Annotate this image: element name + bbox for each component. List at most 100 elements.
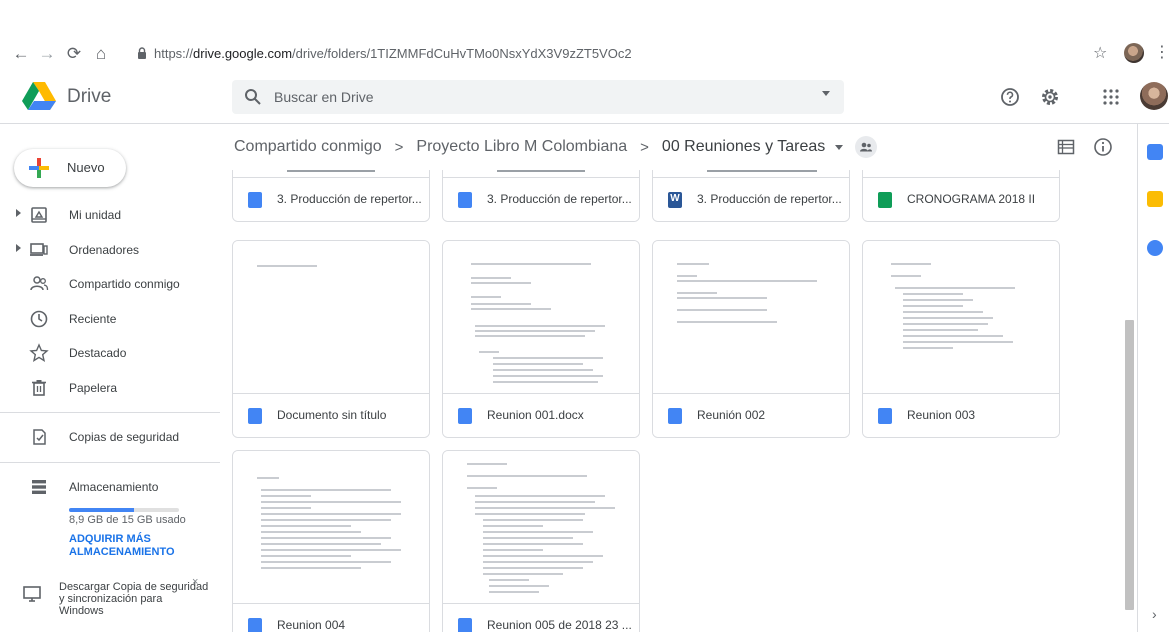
help-icon[interactable] bbox=[999, 86, 1021, 108]
file-card[interactable]: CRONOGRAMA 2018 II bbox=[862, 170, 1060, 222]
home-icon[interactable]: ⌂ bbox=[90, 43, 112, 65]
breadcrumb-item[interactable]: Proyecto Libro M Colombiana bbox=[416, 138, 627, 156]
storage-progress-fill bbox=[69, 508, 135, 512]
new-button[interactable]: Nuevo bbox=[14, 149, 126, 187]
plus-icon bbox=[29, 158, 49, 178]
back-arrow-icon[interactable]: ← bbox=[10, 43, 32, 65]
expand-arrow-icon[interactable] bbox=[16, 244, 21, 252]
people-icon bbox=[860, 142, 873, 152]
file-card[interactable]: Reunion 003 bbox=[862, 240, 1060, 438]
word-document-icon: W bbox=[668, 192, 682, 208]
browser-profile-avatar[interactable] bbox=[1124, 43, 1144, 63]
settings-gear-icon[interactable] bbox=[1039, 86, 1061, 108]
file-card[interactable]: Reunion 004 bbox=[232, 450, 430, 632]
close-icon[interactable]: × bbox=[192, 576, 198, 588]
new-button-label: Nuevo bbox=[67, 160, 105, 175]
my-drive-icon bbox=[31, 207, 47, 223]
search-icon[interactable] bbox=[244, 88, 262, 106]
scrollbar[interactable] bbox=[1125, 320, 1134, 610]
file-thumbnail bbox=[233, 451, 429, 603]
file-card-footer: Reunion 001.docx bbox=[443, 393, 639, 437]
search-box[interactable] bbox=[232, 80, 844, 114]
keep-icon[interactable] bbox=[1147, 191, 1163, 207]
clock-icon bbox=[30, 310, 48, 328]
sidebar-item-shared-with-me[interactable]: Compartido conmigo bbox=[0, 269, 210, 299]
buy-storage-link[interactable]: ADQUIRIR MÁS ALMACENAMIENTO bbox=[69, 533, 199, 559]
forward-arrow-icon[interactable]: → bbox=[36, 43, 58, 65]
search-input[interactable] bbox=[274, 87, 794, 107]
browser-menu-icon[interactable]: ⋮ bbox=[1154, 42, 1169, 62]
file-card-footer: Reunion 003 bbox=[863, 393, 1059, 437]
file-card[interactable]: W 3. Producción de repertor... bbox=[652, 170, 850, 222]
file-card-footer: Reunion 004 bbox=[233, 603, 429, 632]
breadcrumb-current-folder[interactable]: 00 Reuniones y Tareas bbox=[662, 138, 825, 156]
sidebar-item-starred[interactable]: Destacado bbox=[0, 338, 210, 368]
tasks-icon[interactable] bbox=[1147, 240, 1163, 256]
file-card[interactable]: 3. Producción de repertor... bbox=[442, 170, 640, 222]
sidebar-item-label: Papelera bbox=[69, 381, 118, 395]
sidebar-item-my-drive[interactable]: Mi unidad bbox=[0, 200, 210, 230]
sidebar-item-label: Mi unidad bbox=[69, 208, 122, 222]
google-docs-icon bbox=[458, 192, 472, 208]
file-grid: 3. Producción de repertor... 3. Producci… bbox=[232, 170, 1122, 632]
desktop-computer-icon bbox=[23, 586, 41, 602]
computers-icon bbox=[30, 243, 48, 256]
breadcrumb: Compartido conmigo > Proyecto Libro M Co… bbox=[234, 136, 878, 158]
file-name: Reunión 002 bbox=[697, 408, 766, 422]
breadcrumb-separator: > bbox=[394, 138, 404, 156]
drive-header: Drive bbox=[0, 74, 1169, 124]
file-card[interactable]: Reunion 001.docx bbox=[442, 240, 640, 438]
sidebar-item-label: Ordenadores bbox=[69, 243, 140, 257]
address-bar[interactable]: https://drive.google.com/drive/folders/1… bbox=[154, 46, 632, 61]
breadcrumb-separator: > bbox=[640, 138, 649, 156]
file-card[interactable]: Documento sin título bbox=[232, 240, 430, 438]
storage-usage-text: 8,9 GB de 15 GB usado bbox=[69, 514, 186, 526]
breadcrumb-item[interactable]: Compartido conmigo bbox=[234, 138, 382, 156]
account-avatar[interactable] bbox=[1140, 82, 1168, 110]
file-thumbnail bbox=[233, 241, 429, 393]
file-thumbnail bbox=[443, 451, 639, 603]
expand-arrow-icon[interactable] bbox=[16, 209, 21, 217]
lock-icon bbox=[138, 47, 146, 59]
browser-toolbar: ← → ⟳ ⌂ https://drive.google.com/drive/f… bbox=[0, 0, 1169, 74]
drive-logo-icon[interactable] bbox=[22, 81, 56, 111]
file-name: 3. Producción de repertor... bbox=[697, 192, 842, 206]
trash-icon bbox=[32, 380, 46, 396]
sidebar-item-label: Almacenamiento bbox=[69, 480, 159, 494]
file-name: Reunion 003 bbox=[907, 408, 976, 422]
file-card-footer: Reunión 002 bbox=[653, 393, 849, 437]
file-card-footer: CRONOGRAMA 2018 II bbox=[863, 177, 1059, 221]
chevron-right-icon[interactable]: › bbox=[1152, 606, 1157, 622]
shared-folder-icon[interactable] bbox=[855, 136, 878, 158]
file-thumbnail bbox=[443, 241, 639, 393]
sidebar-item-label: Compartido conmigo bbox=[69, 277, 180, 291]
folder-menu-chevron-icon[interactable] bbox=[835, 144, 844, 150]
sidebar-item-storage[interactable]: Almacenamiento bbox=[0, 472, 210, 502]
reload-icon[interactable]: ⟳ bbox=[63, 43, 85, 65]
sidebar-divider bbox=[0, 462, 220, 463]
bookmark-star-icon[interactable]: ☆ bbox=[1093, 43, 1107, 63]
file-name: Reunion 004 bbox=[277, 618, 346, 632]
google-docs-icon bbox=[248, 192, 262, 208]
file-name: 3. Producción de repertor... bbox=[487, 192, 632, 206]
apps-grid-icon[interactable] bbox=[1100, 86, 1122, 108]
list-view-icon[interactable] bbox=[1057, 138, 1075, 156]
sidebar-item-trash[interactable]: Papelera bbox=[0, 373, 210, 403]
sidebar-item-backups[interactable]: Copias de seguridad bbox=[0, 422, 210, 452]
side-panel bbox=[1137, 124, 1169, 632]
people-icon bbox=[30, 276, 49, 291]
calendar-icon[interactable] bbox=[1147, 144, 1163, 160]
sidebar-item-label: Reciente bbox=[69, 312, 117, 326]
sidebar-item-computers[interactable]: Ordenadores bbox=[0, 235, 210, 265]
info-icon[interactable] bbox=[1093, 137, 1113, 157]
file-name: 3. Producción de repertor... bbox=[277, 192, 422, 206]
sidebar-item-recent[interactable]: Reciente bbox=[0, 304, 210, 334]
file-card[interactable]: Reunion 005 de 2018 23 ... bbox=[442, 450, 640, 632]
file-card[interactable]: Reunión 002 bbox=[652, 240, 850, 438]
file-card[interactable]: 3. Producción de repertor... bbox=[232, 170, 430, 222]
file-card-footer: Documento sin título bbox=[233, 393, 429, 437]
word-icon-letter: W bbox=[670, 193, 680, 204]
search-options-chevron-icon[interactable] bbox=[822, 91, 830, 96]
product-name[interactable]: Drive bbox=[67, 86, 111, 108]
storage-icon bbox=[32, 480, 46, 494]
